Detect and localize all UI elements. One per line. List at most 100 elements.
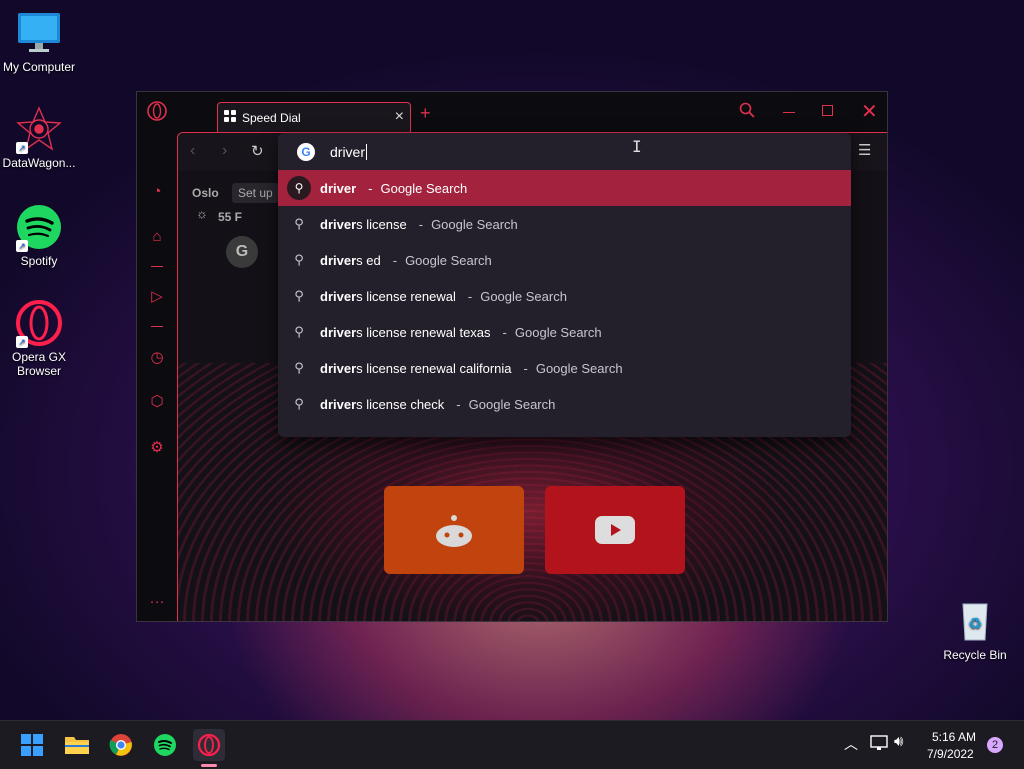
search-icon: ⚲ bbox=[278, 176, 320, 200]
taskbar-spotify[interactable] bbox=[149, 729, 181, 761]
desktop-icon-label: DataWagon... bbox=[2, 156, 76, 170]
desktop-icon-opera-gx[interactable]: ↗ Opera GX Browser bbox=[0, 300, 81, 378]
close-tab-icon[interactable]: × bbox=[395, 108, 404, 126]
new-tab-plus-icon[interactable]: + bbox=[420, 103, 431, 124]
search-icon: ⚲ bbox=[294, 360, 304, 375]
taskbar-file-explorer[interactable] bbox=[61, 729, 93, 761]
address-bar[interactable]: G driver bbox=[278, 133, 851, 170]
active-app-indicator bbox=[201, 764, 217, 767]
taskbar: ︿ 🔊︎ 5:16 AM 7/9/2022 2 bbox=[0, 720, 1024, 769]
shopping-bag-icon[interactable]: ⌂ bbox=[147, 227, 167, 247]
suggestion-item[interactable]: ⚲ driver s license renewal california - … bbox=[278, 350, 851, 386]
suggestion-item[interactable]: ⚲ driver s license check - Google Search bbox=[278, 386, 851, 422]
desktop-icon-datawagon[interactable]: ↗ DataWagon... bbox=[0, 106, 81, 170]
desktop-icon-label: Spotify bbox=[20, 254, 58, 268]
spotify-icon: ↗ bbox=[16, 204, 62, 252]
chevron-up-icon[interactable]: ︿ bbox=[844, 734, 858, 754]
search-icon: ⚲ bbox=[294, 396, 304, 411]
maximize-icon[interactable] bbox=[822, 105, 833, 116]
suggestion-completion: s license check bbox=[356, 396, 445, 412]
desktop-icon-label: Recycle Bin bbox=[943, 648, 1007, 662]
search-icon: ⚲ bbox=[294, 324, 304, 339]
player-icon[interactable]: ▷ bbox=[147, 287, 167, 307]
start-button[interactable] bbox=[16, 729, 48, 761]
desktop-icon-spotify[interactable]: ↗ Spotify bbox=[0, 204, 81, 268]
desktop-icon-label: Opera GX Browser bbox=[11, 350, 67, 378]
sidebar-divider bbox=[151, 326, 163, 327]
suggestion-item[interactable]: ⚲ driver s license renewal - Google Sear… bbox=[278, 278, 851, 314]
text-cursor-icon: I bbox=[632, 137, 642, 156]
suggestion-separator: - bbox=[418, 216, 424, 232]
suggestion-source: Google Search bbox=[514, 324, 602, 340]
easy-setup-icon[interactable]: ☰ bbox=[858, 141, 871, 159]
google-g-icon: G bbox=[297, 142, 315, 161]
sidebar-divider bbox=[151, 266, 163, 267]
chrome-icon bbox=[109, 734, 132, 756]
suggestion-source: Google Search bbox=[405, 252, 492, 268]
suggestion-match: driver bbox=[320, 216, 357, 232]
suggestion-item[interactable]: ⚲ driver s license renewal texas - Googl… bbox=[278, 314, 851, 350]
suggestion-match: driver bbox=[320, 288, 357, 304]
weather-setup-button[interactable]: Set up bbox=[232, 183, 279, 203]
suggestion-item[interactable]: ⚲ driver s ed - Google Search bbox=[278, 242, 851, 278]
clock-time[interactable]: 5:16 AM bbox=[932, 730, 976, 744]
weather-city: Oslo bbox=[192, 186, 219, 200]
weather-temp: 55 F bbox=[218, 210, 243, 224]
taskbar-opera-gx[interactable] bbox=[193, 729, 225, 767]
address-bar-dropdown: G driver ⚲ driver - Google Search ⚲ driv… bbox=[278, 133, 851, 437]
youtube-icon bbox=[595, 516, 635, 544]
extensions-cube-icon[interactable]: ⬡ bbox=[147, 392, 167, 412]
suggestion-item[interactable]: ⚲ driver s license - Google Search bbox=[278, 206, 851, 242]
sun-icon: ☼ bbox=[196, 206, 208, 221]
clock-date[interactable]: 7/9/2022 bbox=[927, 747, 974, 761]
text-caret bbox=[366, 143, 368, 160]
forward-arrow-icon[interactable]: › bbox=[222, 142, 227, 160]
close-window-icon[interactable]: ✕ bbox=[861, 99, 878, 124]
network-icon[interactable] bbox=[870, 735, 888, 756]
suggestion-source: Google Search bbox=[535, 360, 623, 376]
reload-icon[interactable]: ↻ bbox=[251, 142, 264, 160]
notification-badge[interactable]: 2 bbox=[987, 737, 1003, 753]
suggestion-item[interactable]: ⚲ driver - Google Search bbox=[278, 170, 851, 206]
volume-icon[interactable]: 🔊︎ bbox=[894, 733, 903, 750]
search-icon: ⚲ bbox=[294, 288, 304, 303]
suggestion-separator: - bbox=[467, 288, 473, 304]
folder-icon bbox=[65, 737, 89, 754]
suggestion-source: Google Search bbox=[468, 396, 556, 412]
search-icon: ⚲ bbox=[294, 216, 304, 231]
minimize-icon[interactable] bbox=[783, 112, 795, 113]
desktop-icon-recycle-bin[interactable]: ♻ Recycle Bin bbox=[933, 598, 1017, 662]
search-icon: ⚲ bbox=[294, 252, 304, 267]
suggestion-match: driver bbox=[320, 396, 357, 412]
taskbar-chrome[interactable] bbox=[105, 729, 137, 761]
search-tabs-icon[interactable] bbox=[739, 102, 755, 123]
history-clock-icon[interactable]: ◷ bbox=[147, 348, 167, 368]
more-dots-icon[interactable]: ··· bbox=[147, 592, 167, 612]
settings-gear-icon[interactable]: ⚙ bbox=[147, 438, 167, 458]
speed-dial-tile-reddit[interactable] bbox=[384, 486, 524, 574]
windows-logo-icon bbox=[21, 734, 43, 756]
shortcut-arrow-icon: ↗ bbox=[16, 240, 28, 252]
suggestion-separator: - bbox=[456, 396, 461, 412]
suggestion-match: driver bbox=[320, 360, 357, 376]
suggestion-match: driver bbox=[320, 324, 357, 340]
google-search-logo: G bbox=[226, 236, 258, 268]
shortcut-arrow-icon: ↗ bbox=[16, 142, 28, 154]
monitor-icon bbox=[16, 10, 62, 56]
back-arrow-icon[interactable]: ‹ bbox=[190, 142, 195, 160]
address-input[interactable]: driver bbox=[330, 144, 365, 160]
opera-gx-icon: ↗ bbox=[16, 300, 62, 348]
gx-control-icon[interactable]: ◔ bbox=[147, 182, 167, 202]
suggestion-completion: s license bbox=[356, 216, 407, 232]
datawagon-logo-icon: ↗ bbox=[16, 106, 62, 154]
suggestion-source: Google Search bbox=[431, 216, 518, 232]
speed-dial-grid-icon bbox=[224, 110, 236, 125]
opera-menu-icon[interactable] bbox=[147, 101, 167, 126]
speed-dial-tile-youtube[interactable] bbox=[545, 486, 685, 574]
spotify-icon bbox=[154, 734, 176, 756]
tab-speed-dial[interactable]: Speed Dial × bbox=[217, 102, 411, 132]
suggestion-completion: s license renewal texas bbox=[356, 324, 491, 340]
suggestion-source: Google Search bbox=[480, 288, 567, 304]
desktop-icon-my-computer[interactable]: My Computer bbox=[0, 10, 81, 74]
suggestion-completion: s license renewal bbox=[356, 288, 456, 304]
